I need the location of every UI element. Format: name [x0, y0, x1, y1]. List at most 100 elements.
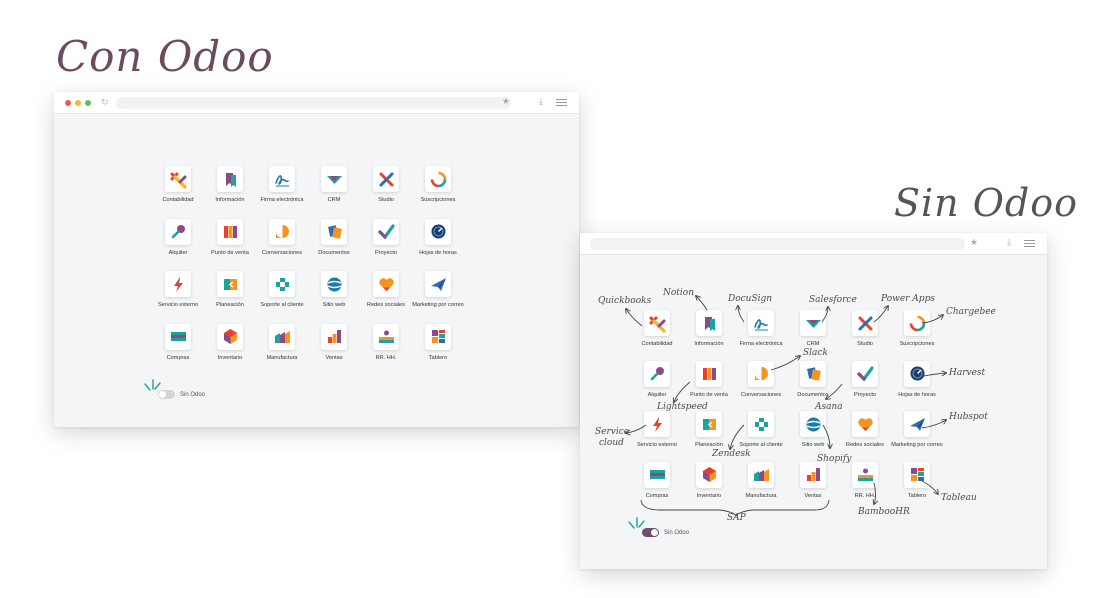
con-app-informacion[interactable]: Información — [204, 166, 256, 219]
app-tile[interactable] — [696, 461, 722, 488]
app-tile[interactable] — [165, 166, 191, 192]
app-tile[interactable] — [217, 218, 243, 245]
app-tile[interactable] — [800, 411, 826, 437]
sin-app-tablero[interactable]: Tablero — [891, 461, 943, 513]
app-tile[interactable] — [852, 411, 878, 437]
app-tile[interactable] — [269, 271, 295, 297]
con-app-proyecto[interactable]: Proyecto — [360, 218, 412, 272]
app-tile[interactable] — [217, 166, 243, 192]
maximize-dot-icon[interactable] — [85, 100, 91, 106]
app-tile[interactable] — [165, 271, 191, 297]
app-tile[interactable] — [425, 271, 451, 297]
sin-app-firma-electronica[interactable]: Firma electrónica — [735, 310, 787, 361]
con-app-servicio-externo[interactable]: Servicio externo — [152, 271, 204, 324]
con-app-sitio-web[interactable]: Sitio web — [308, 271, 360, 324]
con-app-soporte-al-cliente[interactable]: Soporte al cliente — [256, 271, 308, 324]
app-tile[interactable] — [644, 461, 670, 488]
bookmark-star-icon[interactable]: ★ — [970, 237, 978, 248]
app-tile[interactable] — [748, 411, 774, 437]
hamburger-menu-icon[interactable] — [1024, 240, 1035, 247]
app-tile[interactable] — [748, 360, 774, 387]
con-app-ventas[interactable]: Ventas — [308, 323, 360, 377]
sin-app-proyecto[interactable]: Proyecto — [839, 360, 891, 412]
sin-app-marketing-por-correo[interactable]: Marketing por correo — [891, 411, 943, 462]
con-app-compras[interactable]: Compras — [152, 323, 204, 377]
sin-app-conversaciones[interactable]: Conversaciones — [735, 360, 787, 412]
hamburger-menu-icon[interactable] — [556, 99, 567, 106]
con-app-planeacion[interactable]: Planeación — [204, 271, 256, 324]
con-app-documentos[interactable]: Documentos — [308, 218, 360, 272]
con-app-rrhh[interactable]: RR. HH. — [360, 323, 412, 377]
address-bar[interactable] — [116, 97, 511, 109]
con-app-alquiler[interactable]: Alquiler — [152, 218, 204, 272]
app-tile[interactable] — [748, 310, 774, 336]
bookmark-star-icon[interactable]: ★ — [502, 96, 510, 107]
sin-app-ventas[interactable]: Ventas — [787, 461, 839, 513]
app-tile[interactable] — [644, 360, 670, 387]
app-tile[interactable] — [904, 310, 930, 336]
download-icon[interactable]: ⤓ — [539, 96, 543, 107]
con-app-inventario[interactable]: Inventario — [204, 323, 256, 377]
app-tile[interactable] — [696, 360, 722, 387]
sin-app-servicio-externo[interactable]: Servicio externo — [631, 411, 683, 462]
app-tile[interactable] — [852, 461, 878, 488]
con-app-conversaciones[interactable]: Conversaciones — [256, 218, 308, 272]
con-app-hojas-de-horas[interactable]: Hojas de horas — [412, 218, 464, 272]
app-tile[interactable] — [165, 323, 191, 350]
con-app-manufactura[interactable]: Manufactura — [256, 323, 308, 377]
app-tile[interactable] — [852, 310, 878, 336]
toggle-sin-odoo-sin[interactable]: Sin Odoo — [628, 517, 689, 537]
app-tile[interactable] — [373, 218, 399, 245]
download-icon[interactable]: ⤓ — [1007, 237, 1011, 248]
app-tile[interactable] — [904, 360, 930, 387]
app-tile[interactable] — [800, 360, 826, 387]
app-tile[interactable] — [269, 323, 295, 350]
app-tile[interactable] — [269, 166, 295, 192]
toggle-switch[interactable] — [158, 390, 175, 399]
sin-app-manufactura[interactable]: Manufactura — [735, 461, 787, 513]
app-tile[interactable] — [425, 166, 451, 192]
app-tile[interactable] — [800, 310, 826, 336]
sin-app-hojas-de-horas[interactable]: Hojas de horas — [891, 360, 943, 412]
app-tile[interactable] — [321, 166, 347, 192]
con-app-firma-electronica[interactable]: Firma electrónica — [256, 166, 308, 219]
sin-app-rrhh[interactable]: RR. HH. — [839, 461, 891, 513]
app-tile[interactable] — [852, 360, 878, 387]
app-tile[interactable] — [217, 271, 243, 297]
con-app-marketing-por-correo[interactable]: Marketing por correo — [412, 271, 464, 324]
sin-app-studio[interactable]: Studio — [839, 310, 891, 361]
address-bar[interactable] — [590, 238, 965, 250]
con-app-redes-sociales[interactable]: Redes sociales — [360, 271, 412, 324]
app-tile[interactable] — [321, 271, 347, 297]
app-tile[interactable] — [425, 323, 451, 350]
app-tile[interactable] — [696, 310, 722, 336]
sin-app-inventario[interactable]: Inventario — [683, 461, 735, 513]
app-tile[interactable] — [644, 310, 670, 336]
app-tile[interactable] — [373, 166, 399, 192]
minimize-dot-icon[interactable] — [75, 100, 81, 106]
close-dot-icon[interactable] — [65, 100, 71, 106]
app-tile[interactable] — [269, 218, 295, 245]
con-app-tablero[interactable]: Tablero — [412, 323, 464, 377]
con-app-studio[interactable]: Studio — [360, 166, 412, 219]
app-tile[interactable] — [321, 323, 347, 350]
app-tile[interactable] — [644, 411, 670, 437]
sin-app-informacion[interactable]: Información — [683, 310, 735, 361]
app-tile[interactable] — [904, 461, 930, 488]
con-app-punto-de-venta[interactable]: Punto de venta — [204, 218, 256, 272]
app-tile[interactable] — [800, 461, 826, 488]
toggle-switch[interactable] — [642, 528, 659, 537]
con-app-contabilidad[interactable]: Contabilidad — [152, 166, 204, 219]
app-tile[interactable] — [696, 411, 722, 437]
sin-app-contabilidad[interactable]: Contabilidad — [631, 310, 683, 361]
app-tile[interactable] — [904, 411, 930, 437]
app-tile[interactable] — [217, 323, 243, 350]
app-tile[interactable] — [748, 461, 774, 488]
con-app-suscripciones[interactable]: Suscripciones — [412, 166, 464, 219]
app-tile[interactable] — [425, 218, 451, 245]
app-tile[interactable] — [373, 323, 399, 350]
app-tile[interactable] — [321, 218, 347, 245]
con-app-crm[interactable]: CRM — [308, 166, 360, 219]
app-tile[interactable] — [373, 271, 399, 297]
sin-app-compras[interactable]: Compras — [631, 461, 683, 513]
